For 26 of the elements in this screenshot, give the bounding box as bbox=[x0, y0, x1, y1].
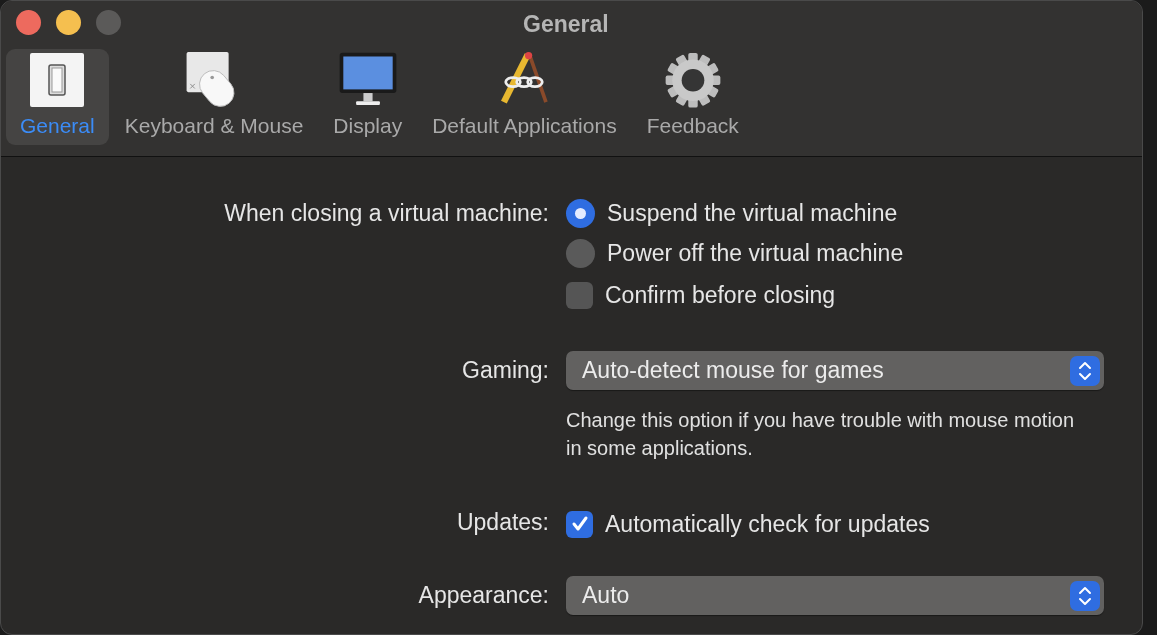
checkbox-label: Confirm before closing bbox=[605, 280, 836, 310]
checkbox[interactable] bbox=[566, 510, 593, 538]
radio-label: Power off the virtual machine bbox=[607, 238, 904, 268]
light-switch-icon bbox=[28, 51, 87, 109]
dropdown-select[interactable]: Auto bbox=[566, 576, 1104, 615]
help-text: Change this option if you have trouble with mouse motion in some applications. bbox=[566, 408, 1076, 461]
dropdown-select[interactable]: Auto-detect mouse for games bbox=[566, 351, 1104, 390]
checkbox-label: Automatically check for updates bbox=[605, 509, 930, 539]
toolbar-tab[interactable]: General bbox=[6, 49, 109, 145]
close-window-button[interactable] bbox=[16, 9, 41, 35]
radio-button[interactable] bbox=[566, 198, 595, 228]
setting-label: Appearance: bbox=[418, 581, 549, 611]
toolbar-tab[interactable]: Default Applications bbox=[418, 49, 631, 145]
setting-label: Updates: bbox=[456, 507, 549, 537]
radio-label: Suspend the virtual machine bbox=[607, 198, 898, 228]
checkbox[interactable] bbox=[566, 281, 593, 309]
minimize-window-button[interactable] bbox=[56, 9, 81, 35]
toolbar-tab[interactable]: Feedback bbox=[632, 49, 753, 145]
window-title: General bbox=[523, 10, 609, 39]
setting-label: When closing a virtual machine: bbox=[224, 198, 549, 228]
radio-button[interactable] bbox=[566, 238, 595, 268]
setting-label: Gaming: bbox=[462, 356, 549, 386]
stepper-arrows-icon bbox=[1070, 355, 1100, 386]
stepper-arrows-icon bbox=[1070, 580, 1100, 611]
toolbar-tab[interactable]: Keyboard & Mouse bbox=[110, 49, 318, 145]
toolbar-tab[interactable]: Display bbox=[319, 49, 417, 145]
